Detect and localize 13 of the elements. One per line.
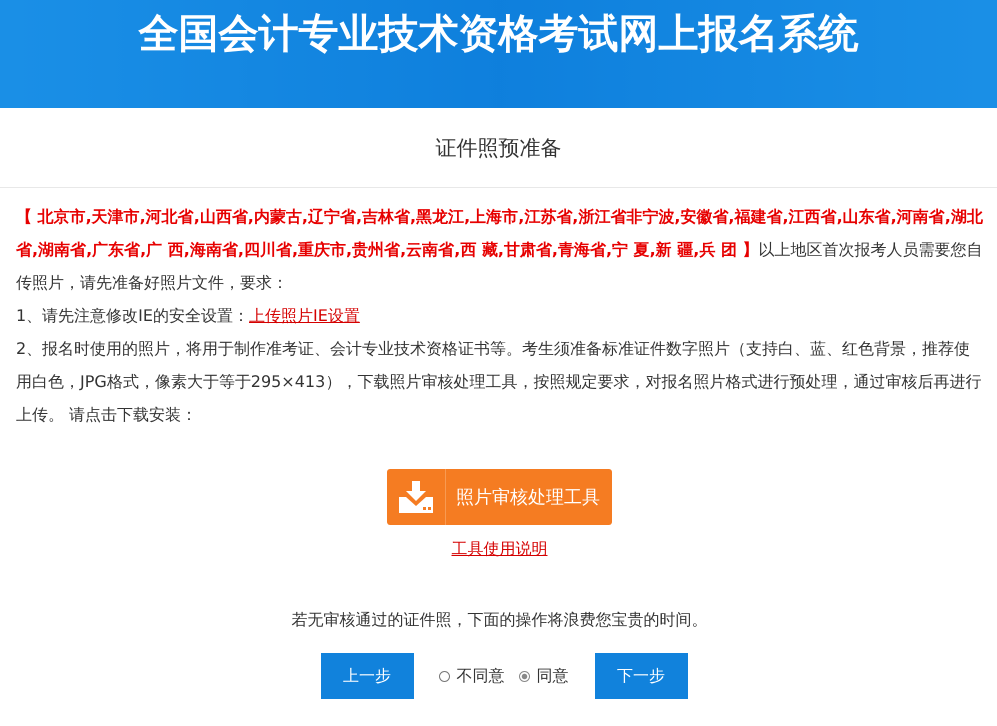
intro-paragraph: 【 北京市,天津市,河北省,山西省,内蒙古,辽宁省,吉林省,黑龙江,上海市,江苏省,浙江省非宁波,安徽省,福建省,江西省,山东省,河南省,湖北省,湖南省,广东省,广 西,海南省,四川省,重庆市,贵州省,云南省,西 藏,甘肃省,青海省,宁 夏,新 疆,兵 团 】以上地区首次报考人员需要您自传照片，请先准备好照片文件，要求： (16, 206, 983, 294)
agreement-radio[interactable]: 不同意 (438, 666, 504, 686)
warning-text: 若无审核通过的证件照，下面的操作将浪费您宝贵的时间。 (292, 610, 708, 631)
tool-manual-link[interactable]: 工具使用说明 (452, 539, 548, 560)
ie-settings-link[interactable]: 上传照片IE设置 (249, 306, 360, 325)
step-paragraph: 2、报名时使用的照片，将用于制作准考证、会计专业技术资格证书等。考生须准备标准证件数字照片（支持白、蓝、红色背景，推荐使用白色，JPG格式，像素大于等于295×413），下载照片审核处理工具，按照规定要求，对报名照片格式进行预处理，通过审核后再进行上传。 请点击下载安装： (16, 338, 982, 426)
download-icon (399, 481, 433, 513)
page-title: 证件照预准备 (436, 134, 562, 162)
next-step-button[interactable]: 下一步 (594, 653, 688, 699)
previous-step-button[interactable]: 上一步 (320, 653, 414, 699)
step-text: 1、请先注意修改IE的安全设置： (16, 306, 250, 325)
site-title: 全国会计专业技术资格考试网上报名系统 (138, 10, 858, 59)
agreement-radio[interactable]: 同意 (518, 666, 568, 686)
